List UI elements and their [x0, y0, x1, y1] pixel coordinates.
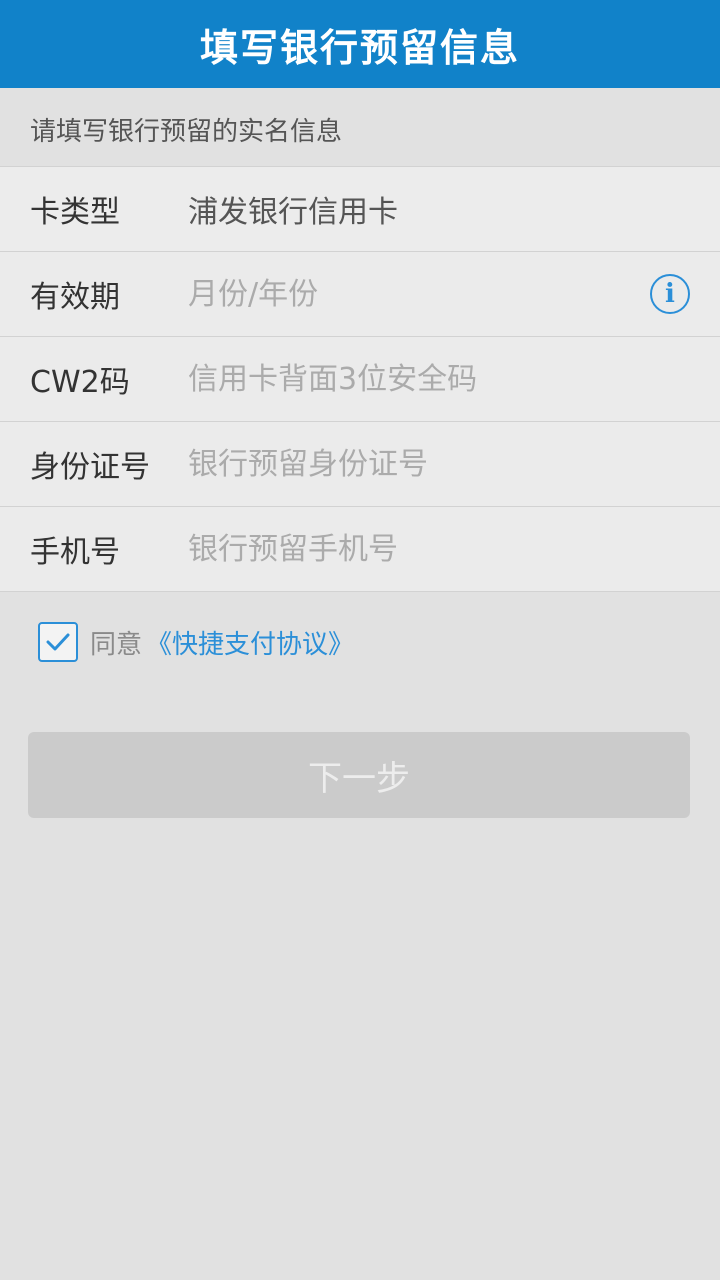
- phone-label: 手机号: [30, 535, 120, 570]
- next-step-button[interactable]: 下一步: [28, 732, 690, 818]
- bank-info-form: 卡类型 浦发银行信用卡 有效期 i CW2码 身份证号 手机号: [0, 166, 720, 592]
- agreement-row: 同意 《快捷支付协议》: [38, 622, 354, 662]
- id-number-row: 身份证号: [0, 422, 720, 507]
- agreement-link[interactable]: 《快捷支付协议》: [146, 624, 354, 661]
- card-type-value: 浦发银行信用卡: [188, 195, 398, 230]
- expiry-row: 有效期 i: [0, 252, 720, 337]
- cvv-row: CW2码: [0, 337, 720, 422]
- id-number-input[interactable]: [188, 446, 628, 482]
- expiry-label: 有效期: [30, 280, 120, 315]
- page-title: 填写银行预留信息: [199, 25, 520, 70]
- info-icon[interactable]: i: [650, 274, 690, 314]
- form-instruction: 请填写银行预留的实名信息: [30, 117, 343, 147]
- checkmark-icon: [46, 633, 70, 651]
- id-number-label: 身份证号: [30, 450, 150, 485]
- agreement-checkbox[interactable]: [38, 622, 78, 662]
- cvv-label: CW2码: [30, 365, 130, 400]
- phone-input[interactable]: [188, 531, 628, 567]
- header-bar: 填写银行预留信息: [0, 0, 720, 88]
- phone-row: 手机号: [0, 507, 720, 592]
- card-type-label: 卡类型: [30, 195, 120, 230]
- card-type-row: 卡类型 浦发银行信用卡: [0, 167, 720, 252]
- agreement-text: 同意: [90, 629, 143, 660]
- expiry-input[interactable]: [188, 276, 628, 312]
- cvv-input[interactable]: [188, 361, 628, 397]
